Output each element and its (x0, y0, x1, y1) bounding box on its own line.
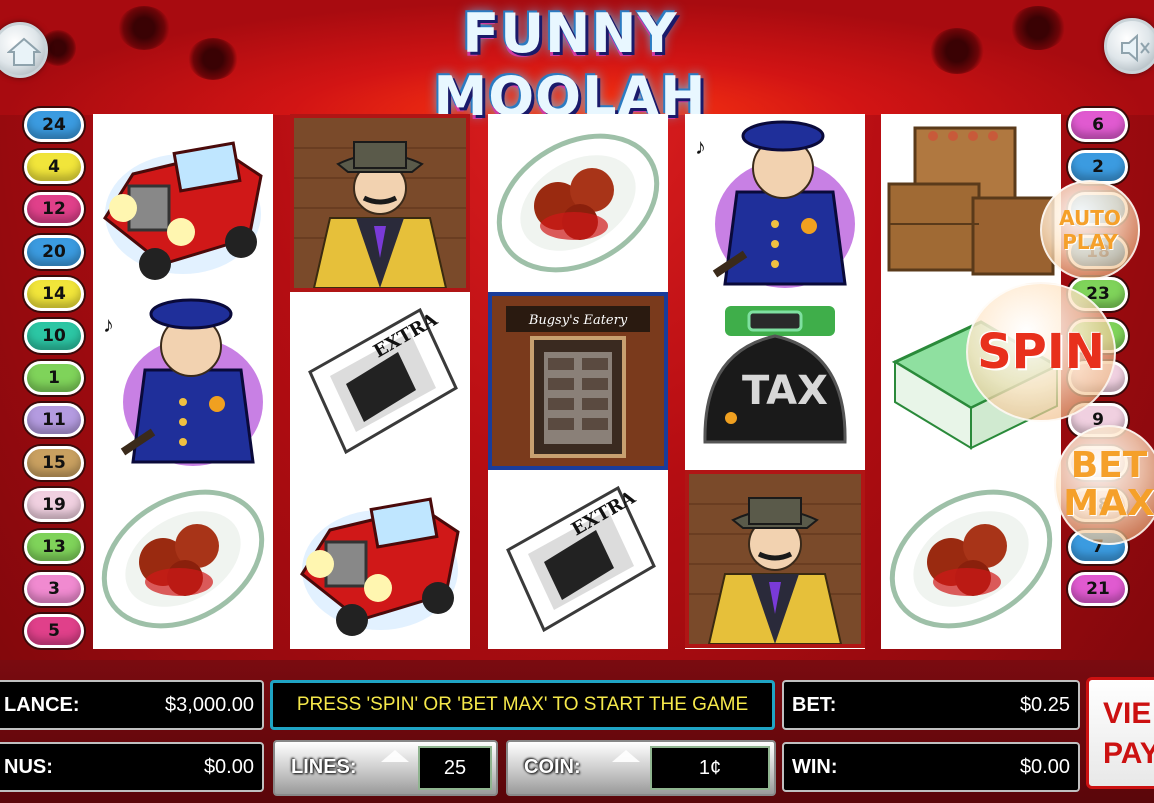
auto-play-label-line2: PLAY (1062, 230, 1118, 254)
payline-badge[interactable]: 10 (24, 318, 84, 353)
payline-badge[interactable]: 4 (24, 150, 84, 185)
spin-label: SPIN (977, 324, 1105, 380)
bet-max-button[interactable]: BET MAX (1054, 425, 1154, 545)
symbol-crates (881, 114, 1061, 292)
coin-label: COIN: (524, 756, 581, 778)
symbol-meatballs (881, 470, 1061, 648)
bet-max-label-line1: BET (1070, 445, 1148, 486)
symbol-newspaper (290, 292, 470, 470)
symbol-newspaper (488, 470, 668, 648)
lines-selector[interactable]: LINES: 25 (273, 740, 498, 796)
symbol-gangster (290, 114, 470, 292)
speaker-mute-icon (1121, 33, 1150, 63)
payline-badge[interactable]: 3 (24, 572, 84, 607)
view-pay-label-line1: VIE (1103, 697, 1152, 730)
lines-label: LINES: (291, 756, 357, 778)
tax-bag-label: TAX (742, 368, 828, 414)
payline-badge[interactable]: 6 (1068, 108, 1128, 142)
payline-indicators-left: 24 4 12 20 14 10 1 11 15 19 13 3 5 (24, 108, 86, 656)
symbol-policeman (93, 292, 273, 470)
symbol-meatballs (488, 114, 668, 292)
payline-badge[interactable]: 12 (24, 192, 84, 227)
symbol-gangster (685, 470, 865, 648)
bonus-label: NUS: (4, 755, 53, 778)
balance-display: LANCE: $3,000.00 (0, 680, 264, 730)
sound-button[interactable] (1104, 18, 1154, 74)
bonus-value: $0.00 (203, 755, 254, 778)
symbol-tax-bag: TAX (685, 292, 865, 470)
reel-4: TAX (685, 114, 865, 649)
view-paytable-button[interactable]: VIE PAY (1086, 677, 1154, 789)
payline-badge[interactable]: 14 (24, 276, 84, 311)
balance-label: LANCE: (4, 693, 80, 716)
payline-badge[interactable]: 24 (24, 108, 84, 142)
symbol-restaurant: Bugsy's Eatery (488, 292, 668, 470)
payline-badge[interactable]: 19 (24, 487, 84, 522)
symbol-car (93, 114, 273, 292)
reel-3: Bugsy's Eatery (488, 114, 668, 649)
status-message: PRESS 'SPIN' OR 'BET MAX' TO START THE G… (270, 680, 775, 730)
spin-button[interactable]: SPIN (966, 282, 1116, 422)
bullet-hole (188, 38, 238, 80)
payline-badge[interactable]: 21 (1068, 572, 1128, 607)
payline-badge[interactable]: 5 (24, 614, 84, 649)
coin-value: 1¢ (650, 746, 770, 790)
bonus-display: NUS: $0.00 (0, 742, 264, 792)
payline-badge[interactable]: 13 (24, 529, 84, 564)
win-label: WIN: (792, 755, 838, 778)
win-display: WIN: $0.00 (782, 742, 1080, 792)
coin-selector[interactable]: COIN: 1¢ (506, 740, 776, 796)
bullet-hole (930, 28, 984, 74)
bet-label: BET: (792, 693, 837, 716)
lines-value: 25 (418, 746, 492, 790)
bullet-hole (118, 6, 170, 50)
auto-play-label-line1: AUTO (1059, 206, 1121, 230)
symbol-car (290, 470, 470, 648)
home-icon (7, 37, 41, 66)
payline-badge[interactable]: 20 (24, 234, 84, 269)
lines-increase-arrow-icon[interactable] (381, 750, 409, 762)
payline-badge[interactable]: 1 (24, 361, 84, 396)
bet-max-label-line2: MAX (1063, 483, 1154, 524)
game-title: FUNNY MOOLAH (433, 2, 707, 128)
reel-1 (93, 114, 273, 649)
view-pay-label-line2: PAY (1103, 737, 1154, 770)
bet-display: BET: $0.25 (782, 680, 1080, 730)
bullet-hole (1010, 6, 1066, 50)
payline-badge[interactable]: 2 (1068, 150, 1128, 185)
payline-badge[interactable]: 15 (24, 445, 84, 480)
symbol-policeman (685, 114, 865, 292)
coin-increase-arrow-icon[interactable] (612, 750, 640, 762)
auto-play-button[interactable]: AUTO PLAY (1040, 180, 1140, 280)
balance-value: $3,000.00 (165, 693, 254, 716)
reel-2 (290, 114, 470, 649)
win-value: $0.00 (1019, 755, 1070, 778)
restaurant-sign-text: Bugsy's Eatery (528, 313, 628, 328)
symbol-meatballs (93, 470, 273, 648)
payline-badge[interactable]: 11 (24, 403, 84, 438)
bet-value: $0.25 (1019, 693, 1070, 716)
